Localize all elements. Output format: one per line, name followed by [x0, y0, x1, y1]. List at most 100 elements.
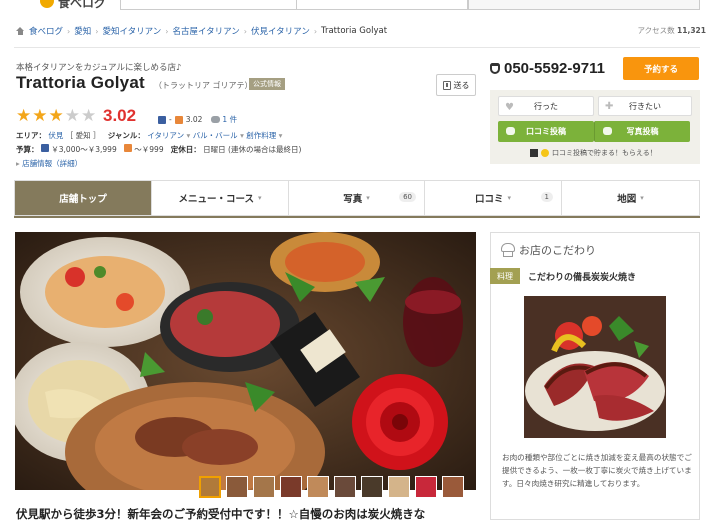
- photo-thumbnail[interactable]: [253, 476, 275, 498]
- genre-link[interactable]: 創作料理: [246, 131, 276, 140]
- keyword-search-input[interactable]: [296, 0, 468, 10]
- pin-icon: ✚: [605, 101, 614, 112]
- kodawari-category-tag: 料理: [490, 268, 520, 284]
- rating-stars: ★ ★ ★ ★ ★: [16, 106, 96, 126]
- budget-night: ￥3,000～￥3,999: [51, 145, 117, 154]
- star-icon: ★: [64, 106, 80, 126]
- comment-icon: [506, 127, 515, 135]
- photo-post-label: 写真投稿: [626, 127, 659, 136]
- breadcrumb: 食べログ › 愛知 › 愛知イタリアン › 名古屋イタリアン › 伏見イタリアン…: [16, 24, 387, 38]
- night-score: -: [169, 115, 172, 124]
- area-link[interactable]: 伏見: [48, 131, 63, 140]
- genre-label: ジャンル：: [107, 131, 145, 140]
- breadcrumb-item[interactable]: 愛知イタリアン: [102, 25, 161, 37]
- phone-icon: [490, 63, 500, 74]
- chevron-down-icon: ▾: [366, 194, 370, 202]
- tab-top[interactable]: 店舗トップ: [15, 181, 152, 215]
- access-count: アクセス数 11,321: [638, 25, 706, 36]
- went-label: 行った: [534, 101, 558, 111]
- chevron-down-icon: ▾: [640, 194, 644, 202]
- tab-count-badge: 1: [540, 192, 553, 202]
- tabelog-logo[interactable]: 食べログ: [40, 0, 108, 10]
- area-pref[interactable]: ［ 愛知 ］: [66, 131, 101, 140]
- t-point-icon: [530, 149, 538, 157]
- went-button[interactable]: ♥ 行った: [498, 96, 594, 116]
- photo-thumbnail[interactable]: [442, 476, 464, 498]
- restaurant-name: Trattoria Golyat: [16, 73, 145, 92]
- holiday-value: 日曜日 (連休の場合は最終日): [203, 145, 302, 154]
- official-info-badge[interactable]: 公式情報: [249, 78, 285, 90]
- top-header: 食べログ: [0, 0, 720, 14]
- star-icon: ★: [48, 106, 64, 126]
- photo-thumbnail[interactable]: [334, 476, 356, 498]
- breadcrumb-item[interactable]: 愛知: [74, 25, 91, 37]
- phone-number[interactable]: 050-5592-9711: [490, 60, 605, 77]
- sub-scores: - 3.02 1 件: [158, 114, 237, 125]
- tab-label: 店舗トップ: [59, 194, 107, 205]
- food-photo-illustration: [15, 232, 476, 490]
- tab-map[interactable]: 地図 ▾: [562, 181, 699, 215]
- rating-score: 3.02: [103, 106, 137, 125]
- points-promo[interactable]: 口コミ投稿で貯まる！もらえる！: [530, 148, 657, 158]
- review-post-label: 口コミ投稿: [526, 127, 566, 136]
- budget-line: 予算： ￥3,000～￥3,999 ～￥999 定休日： 日曜日 (連休の場合は…: [16, 144, 301, 155]
- send-label: 送る: [453, 80, 470, 90]
- budget-label: 予算：: [16, 145, 39, 154]
- breadcrumb-item[interactable]: 食べログ: [29, 25, 63, 37]
- night-icon: [158, 115, 166, 124]
- reserve-button[interactable]: 予約する: [623, 57, 699, 80]
- photo-thumbnails: [199, 476, 464, 498]
- area-search-input[interactable]: [120, 0, 298, 10]
- search-button[interactable]: [468, 0, 700, 10]
- chevron-down-icon: ▾: [237, 131, 247, 140]
- tab-count-badge: 60: [399, 192, 416, 202]
- photo-post-button[interactable]: 写真投稿: [594, 121, 690, 142]
- breadcrumb-separator: ›: [243, 26, 247, 36]
- shop-info-link[interactable]: 店舗情報（詳細）: [22, 159, 82, 168]
- genre-link[interactable]: バル・バール: [193, 131, 238, 140]
- main-food-photo[interactable]: [15, 232, 476, 490]
- tab-photos[interactable]: 写真 ▾ 60: [289, 181, 425, 215]
- want-to-go-button[interactable]: ✚ 行きたい: [598, 96, 692, 116]
- chevron-down-icon: ▾: [258, 194, 262, 202]
- photo-thumbnail[interactable]: [226, 476, 248, 498]
- chevron-down-icon: ▾: [507, 194, 512, 202]
- breadcrumb-separator: ›: [313, 26, 318, 36]
- breadcrumb-separator: ›: [95, 26, 99, 36]
- night-icon: [40, 144, 49, 152]
- tab-menu[interactable]: メニュー・コース ▾: [152, 181, 289, 215]
- restaurant-kana: （トラットリア ゴリアテ）: [154, 81, 253, 90]
- photo-thumbnail[interactable]: [199, 476, 221, 498]
- home-icon: [16, 27, 25, 35]
- promo-text: 口コミ投稿で貯まる！もらえる！: [552, 149, 657, 157]
- camera-icon: [603, 127, 612, 135]
- review-count: 1 件: [222, 115, 238, 124]
- review-count-link[interactable]: 1 件: [211, 114, 237, 125]
- breadcrumb-separator: ›: [67, 26, 71, 36]
- kodawari-subtitle[interactable]: こだわりの備長炭炭火焼き: [528, 270, 636, 283]
- logo-text: 食べログ: [58, 0, 107, 10]
- chevron-down-icon: ▾: [276, 131, 283, 140]
- shop-info-line: ▸ 店舗情報（詳細）: [16, 158, 82, 169]
- kodawari-photo[interactable]: [524, 296, 666, 438]
- photo-thumbnail[interactable]: [307, 476, 329, 498]
- photo-thumbnail[interactable]: [280, 476, 302, 498]
- heart-icon: ♥: [505, 102, 514, 113]
- send-button[interactable]: 送る: [436, 74, 476, 96]
- area-label: エリア：: [16, 131, 46, 140]
- breadcrumb-item[interactable]: 名古屋イタリアン: [172, 25, 239, 37]
- breadcrumb-item[interactable]: 伏見イタリアン: [251, 25, 310, 37]
- photo-thumbnail[interactable]: [388, 476, 410, 498]
- want-label: 行きたい: [629, 101, 661, 111]
- photo-thumbnail[interactable]: [361, 476, 383, 498]
- review-post-button[interactable]: 口コミ投稿: [498, 121, 594, 142]
- photo-thumbnail[interactable]: [415, 476, 437, 498]
- restaurant-tabs: 店舗トップ メニュー・コース ▾ 写真 ▾ 60 口コミ ▾ 1 地図 ▾: [14, 180, 700, 216]
- genre-link[interactable]: イタリアン: [147, 131, 184, 140]
- tab-reviews[interactable]: 口コミ ▾ 1: [425, 181, 562, 215]
- lunch-score: 3.02: [185, 115, 203, 124]
- phone-text: 050-5592-9711: [504, 60, 605, 77]
- tab-label: 写真: [343, 194, 363, 205]
- holiday-label: 定休日：: [170, 145, 201, 154]
- access-count-label: アクセス数: [637, 26, 675, 35]
